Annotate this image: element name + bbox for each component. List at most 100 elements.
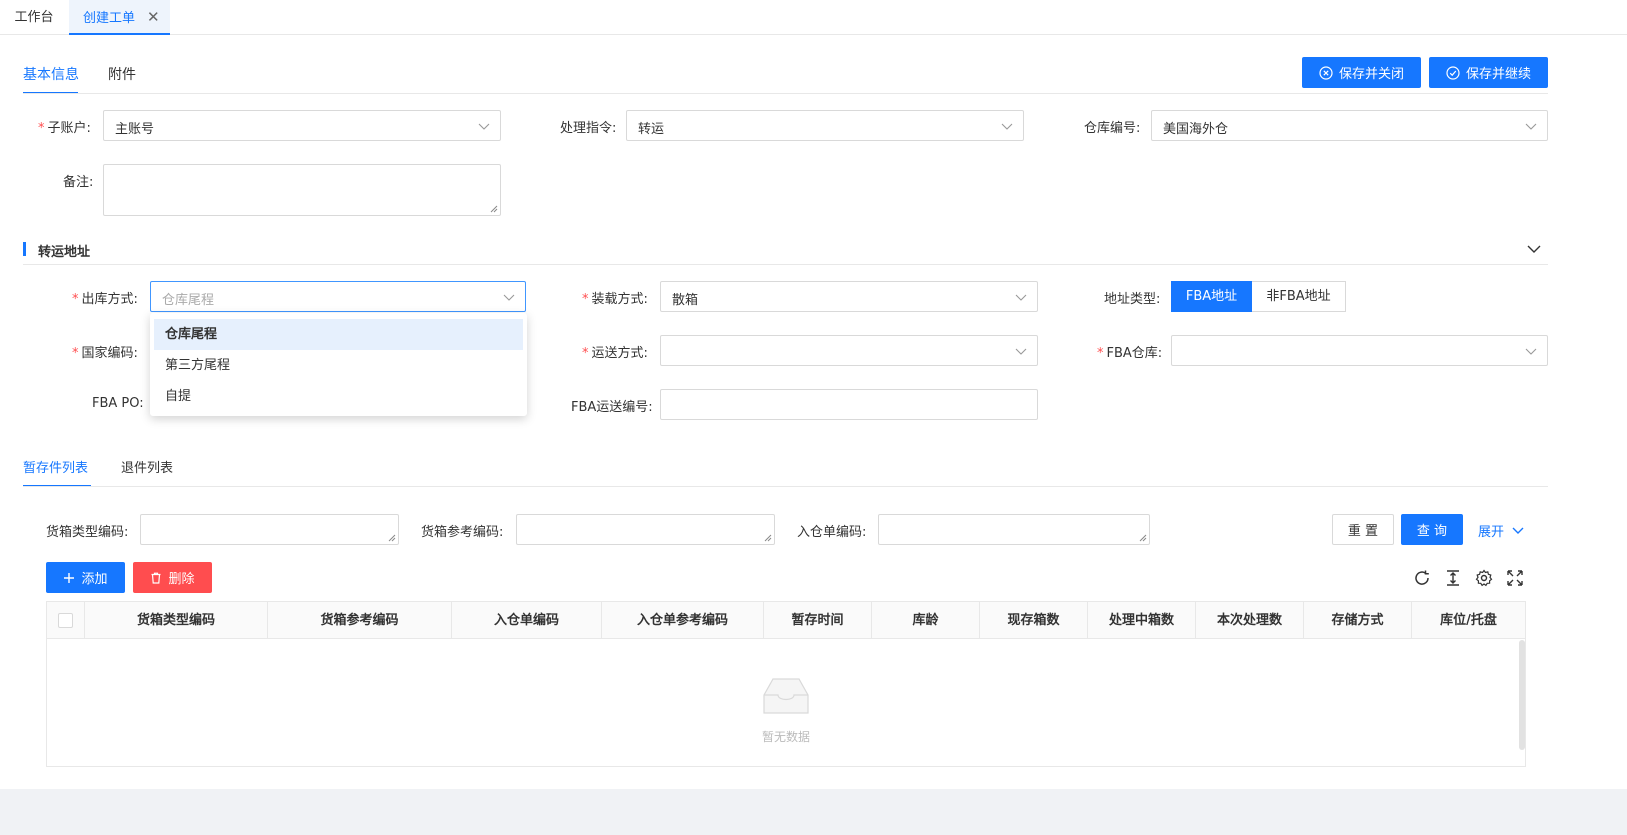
fba-warehouse-select[interactable] — [1171, 335, 1548, 366]
top-tab-label: 创建工单 — [83, 11, 136, 26]
add-button[interactable]: 添加 — [46, 562, 125, 593]
dropdown-option-warehouse-last-mile[interactable]: 仓库尾程 — [154, 319, 523, 350]
fba-po-label: FBA PO: — [92, 396, 144, 411]
address-type-radio-group: FBA地址 非FBA地址 — [1171, 281, 1346, 312]
instruction-label: 处理指令: — [560, 121, 617, 136]
divider — [23, 93, 1548, 94]
loading-select[interactable]: 散箱 — [660, 281, 1038, 312]
vertical-scrollbar[interactable] — [1519, 640, 1525, 750]
empty-state-text: 暂无数据 — [761, 730, 810, 744]
chevron-down-icon — [503, 294, 515, 301]
sub-account-label: * 子账户: — [38, 121, 91, 136]
chevron-down-icon — [478, 123, 490, 130]
inbound-no-filter-input[interactable] — [878, 514, 1150, 545]
sub-account-select[interactable]: 主账号 — [103, 110, 501, 141]
chevron-down-icon — [1015, 294, 1027, 301]
top-tab-bar: 工作台 创建工单 ✕ — [0, 0, 1627, 35]
fba-ship-no-input[interactable] — [660, 389, 1038, 420]
table-header: 货箱类型编码 货箱参考编码 入仓单编码 入仓单参考编码 暂存时间 库龄 现存箱数… — [47, 602, 1525, 639]
instruction-select[interactable]: 转运 — [626, 110, 1024, 141]
box-ref-filter-label: 货箱参考编码: — [421, 525, 504, 540]
column-header[interactable]: 库龄 — [872, 602, 980, 639]
dropdown-option-third-party-last-mile[interactable]: 第三方尾程 — [154, 350, 523, 381]
outbound-label: * 出库方式: — [72, 292, 138, 307]
collapse-chevron-icon[interactable] — [1527, 243, 1541, 255]
resize-handle-icon[interactable] — [490, 205, 498, 213]
tab-staged-items[interactable]: 暂存件列表 — [23, 457, 88, 476]
select-value: 美国海外仓 — [1163, 122, 1229, 137]
remark-label: 备注: — [63, 175, 94, 190]
column-header[interactable]: 现存箱数 — [980, 602, 1088, 639]
chevron-down-icon — [1015, 348, 1027, 355]
column-height-icon[interactable] — [1444, 569, 1462, 587]
address-type-label: 地址类型: — [1104, 292, 1161, 307]
settings-gear-icon[interactable] — [1475, 569, 1493, 587]
outbound-dropdown: 仓库尾程 第三方尾程 自提 — [150, 313, 527, 416]
chevron-down-icon — [1525, 348, 1537, 355]
query-button[interactable]: 查 询 — [1401, 514, 1463, 545]
column-header[interactable]: 货箱参考编码 — [268, 602, 452, 639]
radio-fba-address[interactable]: FBA地址 — [1171, 281, 1252, 312]
empty-inbox-icon — [763, 678, 809, 714]
ship-method-select[interactable] — [660, 335, 1038, 366]
warehouse-select[interactable]: 美国海外仓 — [1151, 110, 1548, 141]
box-ref-filter-input[interactable] — [516, 514, 775, 545]
plus-icon — [64, 572, 75, 583]
top-tab-create-ticket[interactable]: 创建工单 ✕ — [69, 0, 170, 35]
refresh-icon[interactable] — [1413, 569, 1431, 587]
inbound-no-filter-label: 入仓单编码: — [797, 525, 867, 540]
section-title: 转运地址 — [38, 245, 91, 260]
top-tab-workbench[interactable]: 工作台 — [0, 0, 68, 35]
reset-button[interactable]: 重 置 — [1332, 514, 1394, 545]
delete-button[interactable]: 删除 — [133, 562, 212, 593]
tab-returns[interactable]: 退件列表 — [121, 457, 173, 476]
box-type-filter-input[interactable] — [140, 514, 399, 545]
page-footer — [0, 789, 1627, 835]
select-placeholder: 仓库尾程 — [162, 293, 215, 308]
delete-label: 删除 — [168, 572, 195, 587]
add-label: 添加 — [81, 572, 108, 587]
column-header[interactable]: 处理中箱数 — [1088, 602, 1196, 639]
tab-basic-info[interactable]: 基本信息 — [23, 64, 79, 84]
column-header[interactable]: 存储方式 — [1304, 602, 1412, 639]
warehouse-label: 仓库编号: — [1084, 121, 1141, 136]
column-header[interactable]: 入仓单编码 — [452, 602, 602, 639]
resize-handle-icon[interactable] — [388, 534, 396, 542]
fba-ship-no-label: FBA运送编号: — [571, 400, 653, 415]
column-header[interactable]: 入仓单参考编码 — [602, 602, 764, 639]
expand-label: 展开 — [1478, 525, 1505, 540]
tab-attachments[interactable]: 附件 — [108, 64, 136, 84]
select-value: 转运 — [638, 122, 665, 137]
resize-handle-icon[interactable] — [1139, 534, 1147, 542]
divider — [23, 264, 1548, 265]
chevron-down-icon — [1512, 527, 1524, 534]
outbound-select[interactable]: 仓库尾程 — [150, 281, 526, 312]
radio-non-fba-address[interactable]: 非FBA地址 — [1252, 281, 1346, 312]
column-header[interactable]: 暂存时间 — [764, 602, 872, 639]
box-type-filter-label: 货箱类型编码: — [46, 525, 129, 540]
check-circle-icon — [1446, 65, 1460, 80]
column-header[interactable]: 货箱类型编码 — [85, 602, 268, 639]
close-circle-icon — [1319, 65, 1333, 80]
select-value: 主账号 — [115, 122, 155, 137]
loading-label: * 装载方式: — [582, 292, 648, 307]
save-close-button[interactable]: 保存并关闭 — [1302, 57, 1421, 88]
save-continue-button[interactable]: 保存并继续 — [1429, 57, 1548, 88]
select-all-cell — [47, 602, 85, 639]
ship-method-label: * 运送方式: — [582, 346, 648, 361]
select-value: 散箱 — [672, 293, 699, 308]
divider — [23, 486, 1548, 487]
staged-items-table: 货箱类型编码 货箱参考编码 入仓单编码 入仓单参考编码 暂存时间 库龄 现存箱数… — [46, 601, 1526, 767]
resize-handle-icon[interactable] — [764, 534, 772, 542]
remark-textarea[interactable] — [103, 164, 501, 216]
column-header[interactable]: 库位/托盘 — [1412, 602, 1525, 639]
select-all-checkbox[interactable] — [58, 613, 73, 628]
trash-icon — [151, 572, 161, 584]
expand-link[interactable]: 展开 — [1478, 521, 1524, 540]
fullscreen-icon[interactable] — [1506, 569, 1524, 587]
chevron-down-icon — [1525, 123, 1537, 130]
save-close-label: 保存并关闭 — [1338, 67, 1404, 82]
column-header[interactable]: 本次处理数 — [1196, 602, 1304, 639]
close-icon[interactable]: ✕ — [147, 0, 160, 35]
dropdown-option-self-pickup[interactable]: 自提 — [154, 381, 523, 412]
